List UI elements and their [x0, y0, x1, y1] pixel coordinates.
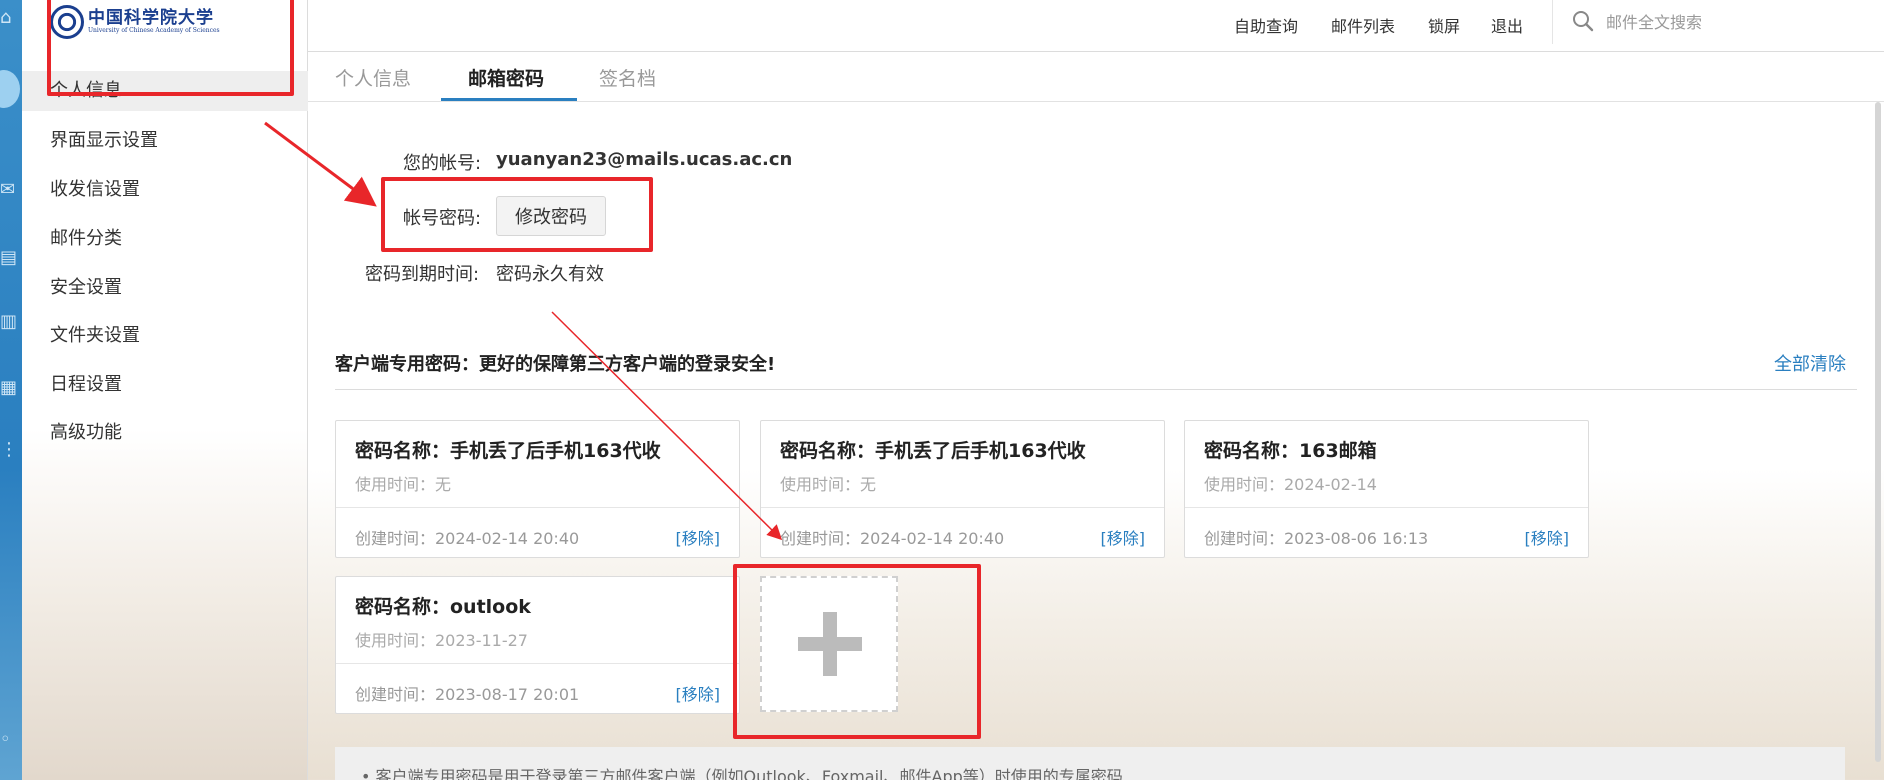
arrow-to-password [264, 121, 377, 207]
annotation-arrows [264, 121, 783, 541]
arrow-to-card [551, 311, 783, 541]
